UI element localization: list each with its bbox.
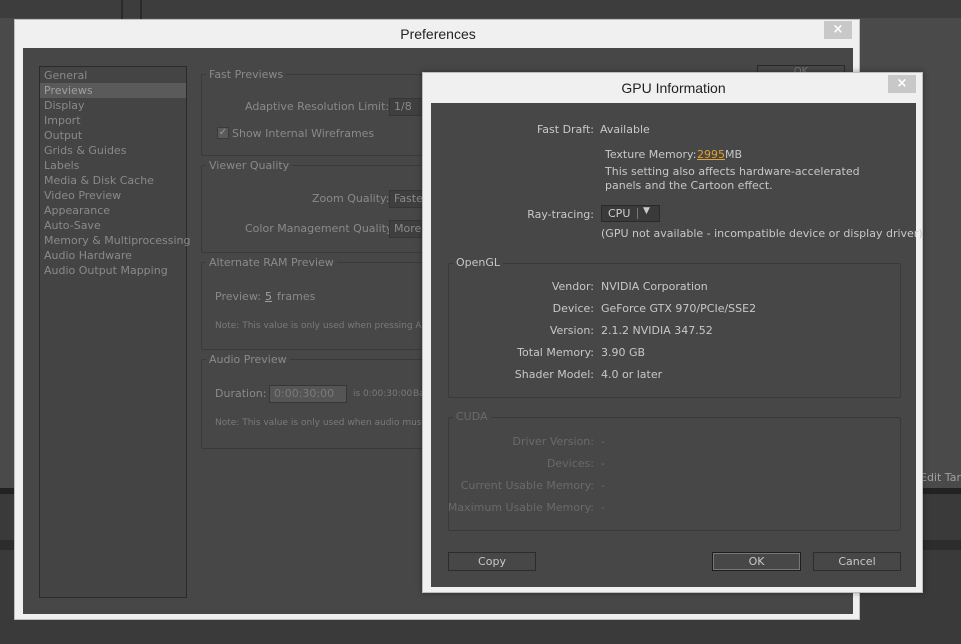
texture-memory-unit: MB [725,148,743,161]
opengl-device-value: GeForce GTX 970/PCIe/SSE2 [601,302,757,315]
gpu-information-body: Fast Draft: Available Texture Memory: 29… [431,103,923,587]
texture-memory-note-line1: This setting also affects hardware-accel… [605,165,860,178]
audio-preview-title: Audio Preview [206,353,290,366]
opengl-device-label: Device: [552,302,594,315]
show-wireframes-checkbox[interactable]: ✓ [217,127,229,139]
nav-item-video-preview[interactable]: Video Preview [40,188,186,203]
preview-frames-label: Preview: [215,290,261,303]
nav-item-output[interactable]: Output [40,128,186,143]
nav-item-labels[interactable]: Labels [40,158,186,173]
nav-item-audio-output-mapping[interactable]: Audio Output Mapping [40,263,186,278]
preferences-nav-list: General Previews Display Import Output G… [39,66,190,598]
fast-draft-label: Fast Draft: [536,123,594,136]
cuda-driver-version-label: Driver Version: [512,435,594,448]
alternate-ram-preview-group [201,262,441,350]
duration-label: Duration: [215,387,267,400]
background-edit-tab[interactable]: Edit Tar [920,468,961,488]
cuda-maximum-memory-label: Maximum Usable Memory: [447,501,594,514]
adaptive-resolution-label: Adaptive Resolution Limit: [245,100,390,113]
nav-item-appearance[interactable]: Appearance [40,203,186,218]
zoom-quality-label: Zoom Quality: [312,192,390,205]
ok-button[interactable]: OK [712,552,801,571]
opengl-shader-model-label: Shader Model: [514,368,594,381]
cuda-current-memory-label: Current Usable Memory: [460,479,594,492]
ray-tracing-note: (GPU not available - incompatible device… [601,227,923,240]
opengl-version-value: 2.1.2 NVIDIA 347.52 [601,324,713,337]
nav-item-general[interactable]: General [40,68,186,83]
background-divider [140,0,142,20]
fast-previews-title: Fast Previews [206,68,287,81]
nav-item-previews[interactable]: Previews [40,83,186,98]
frames-unit-label: frames [277,290,316,303]
chevron-down-icon: ▼ [643,206,650,216]
viewer-quality-title: Viewer Quality [206,159,293,172]
opengl-title: OpenGL [453,256,504,269]
gpu-information-dialog: GPU Information × Fast Draft: Available … [422,72,923,593]
opengl-total-memory-value: 3.90 GB [601,346,646,359]
opengl-shader-model-value: 4.0 or later [601,368,663,381]
dropdown-separator [637,208,638,219]
cuda-current-memory-value: - [601,479,605,492]
nav-item-audio-hardware[interactable]: Audio Hardware [40,248,186,263]
duration-input[interactable]: 0:00:30:00 [269,385,347,403]
nav-item-display[interactable]: Display [40,98,186,113]
show-wireframes-label: Show Internal Wireframes [232,127,375,140]
opengl-vendor-label: Vendor: [551,280,594,293]
duration-equivalent: is 0:00:30:00 [353,389,413,399]
texture-memory-label: Texture Memory: [605,148,697,161]
cancel-button[interactable]: Cancel [813,552,901,571]
background-app-header [0,0,961,18]
opengl-version-label: Version: [549,324,594,337]
ray-tracing-label: Ray-tracing: [527,208,594,221]
close-icon[interactable]: × [824,21,852,39]
texture-memory-value[interactable]: 2995 [697,148,725,161]
nav-item-grids-guides[interactable]: Grids & Guides [40,143,186,158]
opengl-vendor-value: NVIDIA Corporation [601,280,708,293]
fast-draft-value: Available [600,123,650,136]
nav-item-import[interactable]: Import [40,113,186,128]
color-management-label: Color Management Quality: [245,222,396,235]
preview-frames-value[interactable]: 5 [265,290,272,303]
nav-item-media-disk-cache[interactable]: Media & Disk Cache [40,173,186,188]
texture-memory-note-line2: panels and the Cartoon effect. [605,179,773,192]
cuda-maximum-memory-value: - [601,501,605,514]
alt-ram-note: Note: This value is only used when press… [215,321,425,331]
ray-tracing-value: CPU [608,207,631,220]
cuda-devices-value: - [601,457,605,470]
opengl-total-memory-label: Total Memory: [517,346,594,359]
copy-button[interactable]: Copy [448,552,536,571]
cuda-devices-label: Devices: [546,457,594,470]
viewer-quality-group [201,165,441,253]
cuda-driver-version-value: - [601,435,605,448]
cuda-title: CUDA [453,410,491,423]
alternate-ram-preview-title: Alternate RAM Preview [206,256,337,269]
audio-preview-group [201,359,441,449]
gpu-information-title: GPU Information [621,80,726,96]
audio-preview-note: Note: This value is only used when audio… [215,418,426,428]
nav-item-auto-save[interactable]: Auto-Save [40,218,186,233]
close-icon[interactable]: × [888,75,916,93]
preferences-title: Preferences [400,26,476,42]
background-divider [121,0,123,20]
ray-tracing-dropdown[interactable]: CPU ▼ [601,205,660,222]
nav-item-memory-multiprocessing[interactable]: Memory & Multiprocessing [40,233,190,248]
